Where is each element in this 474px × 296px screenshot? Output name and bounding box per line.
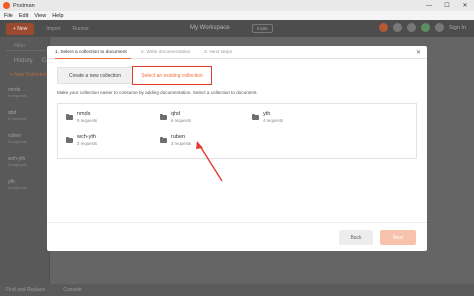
- back-button[interactable]: Back: [339, 230, 373, 245]
- runner-button[interactable]: Runner: [72, 26, 88, 32]
- sidebar-item-qhd[interactable]: qhd 6 requests: [8, 110, 27, 122]
- find-replace-button[interactable]: Find and Replace: [6, 287, 45, 293]
- folder-icon: [66, 113, 73, 120]
- menu-edit[interactable]: Edit: [19, 13, 28, 19]
- title-bar: Postman — ☐ ✕: [0, 0, 474, 11]
- collection-mode-tabs: Create a new collection Select an existi…: [57, 66, 212, 85]
- menu-help[interactable]: Help: [52, 13, 63, 19]
- toolbar-right: Sign In: [378, 23, 466, 32]
- folder-icon: [66, 136, 73, 143]
- sidebar-item-wch-yth[interactable]: wch-yth 3 requests: [8, 156, 27, 168]
- next-button[interactable]: Next: [380, 230, 416, 245]
- collection-name: nmds: [77, 111, 91, 117]
- collection-request-count: 3 requests: [77, 141, 98, 146]
- collection-request-count: 9 requests: [77, 118, 98, 123]
- step-write-documentation[interactable]: 2. Write documentation: [141, 46, 190, 59]
- collection-item-ruben[interactable]: ruben 3 requests: [160, 134, 191, 146]
- tab-history[interactable]: History: [14, 58, 33, 64]
- new-button[interactable]: + New: [6, 22, 35, 35]
- collection-text: qhd 6 requests: [171, 111, 191, 123]
- sync-icon[interactable]: [378, 23, 388, 32]
- menu-file[interactable]: File: [4, 13, 13, 19]
- collection-name: qhd: [171, 111, 181, 117]
- sidebar: Filter History Co + New Collection nmds …: [0, 37, 50, 284]
- tab-create-new-collection[interactable]: Create a new collection: [57, 67, 133, 84]
- collection-name: yth: [263, 111, 271, 117]
- sidebar-item-yth[interactable]: yth 4 requests: [8, 179, 27, 191]
- import-button[interactable]: Import: [46, 26, 60, 32]
- modal-help-text: Make your collection easier to consume b…: [57, 90, 258, 95]
- documentation-modal: 1. Select a collection to document 2. Wr…: [47, 46, 427, 251]
- notification-icon[interactable]: [420, 23, 430, 32]
- collection-text: wch-yth 3 requests: [77, 134, 97, 146]
- step-select-collection[interactable]: 1. Select a collection to document: [55, 46, 131, 59]
- collection-request-count: 6 requests: [171, 118, 192, 123]
- workspace-selector[interactable]: My Workspace: [190, 25, 230, 31]
- tab-select-existing-collection[interactable]: Select an existing collection: [132, 66, 212, 85]
- console-button[interactable]: Console: [63, 287, 81, 293]
- collection-item-nmds[interactable]: nmds 9 requests: [66, 111, 97, 123]
- new-collection-link[interactable]: + New Collection: [10, 72, 48, 78]
- close-modal-icon[interactable]: ✕: [416, 49, 421, 56]
- invite-button[interactable]: Invite: [252, 24, 273, 33]
- satellite-icon[interactable]: [392, 23, 402, 32]
- window-title: Postman: [13, 2, 35, 9]
- sidebar-item-count: 9 requests: [8, 93, 27, 98]
- collection-name: wch-yth: [77, 134, 96, 140]
- sidebar-item-count: 4 requests: [8, 185, 27, 190]
- collection-text: nmds 9 requests: [77, 111, 97, 123]
- folder-icon: [160, 136, 167, 143]
- menu-view[interactable]: View: [34, 13, 46, 19]
- collection-item-qhd[interactable]: qhd 6 requests: [160, 111, 191, 123]
- collection-name: ruben: [171, 134, 186, 140]
- sidebar-item-count: 3 requests: [8, 139, 27, 144]
- toolbar: + New Import Runner My Workspace Invite …: [0, 20, 474, 37]
- sidebar-filter-input[interactable]: Filter: [6, 43, 46, 51]
- sidebar-item-count: 6 requests: [8, 116, 27, 121]
- heart-icon[interactable]: [434, 23, 444, 32]
- sidebar-item-ruben[interactable]: ruben 3 requests: [8, 133, 27, 145]
- modal-footer: Back Next: [47, 222, 427, 251]
- collection-request-count: 3 requests: [171, 141, 192, 146]
- postman-logo-icon: [3, 2, 10, 9]
- sidebar-item-count: 3 requests: [8, 162, 27, 167]
- step-next-steps[interactable]: 3. Next steps: [204, 46, 232, 59]
- close-window-button[interactable]: ✕: [456, 0, 474, 11]
- minimize-button[interactable]: —: [420, 0, 438, 11]
- collection-request-count: 4 requests: [263, 118, 284, 123]
- collection-text: yth 4 requests: [263, 111, 283, 123]
- menu-bar: File Edit View Help: [0, 11, 474, 20]
- collection-item-wch-yth[interactable]: wch-yth 3 requests: [66, 134, 97, 146]
- window-controls: — ☐ ✕: [420, 0, 474, 11]
- settings-icon[interactable]: [406, 23, 416, 32]
- folder-icon: [252, 113, 259, 120]
- collection-list: nmds 9 requests qhd 6 requests yth 4 req…: [57, 103, 417, 159]
- folder-icon: [160, 113, 167, 120]
- collection-text: ruben 3 requests: [171, 134, 191, 146]
- sign-in-link[interactable]: Sign In: [449, 25, 466, 31]
- status-bar: Find and Replace Console: [0, 284, 474, 296]
- step-indicator: 1. Select a collection to document 2. Wr…: [47, 46, 427, 59]
- maximize-button[interactable]: ☐: [438, 0, 456, 11]
- sidebar-item-nmds[interactable]: nmds 9 requests: [8, 87, 27, 99]
- collection-item-yth[interactable]: yth 4 requests: [252, 111, 283, 123]
